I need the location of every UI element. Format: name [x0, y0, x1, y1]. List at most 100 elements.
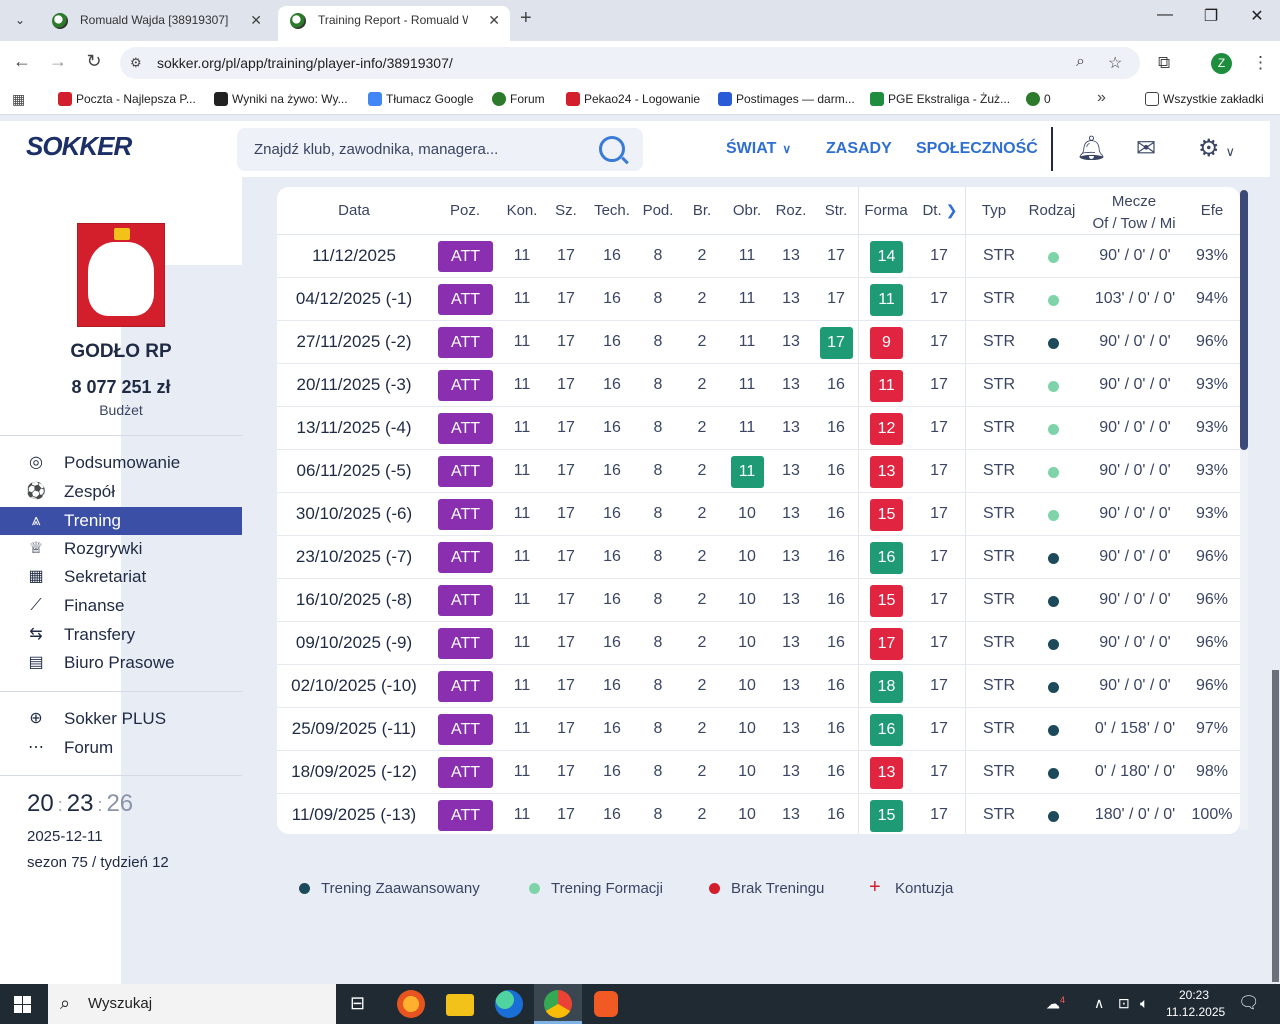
- apps-grid-icon[interactable]: ▦: [12, 91, 25, 108]
- cell-efficiency: 96%: [1195, 634, 1229, 651]
- table-scrollbar-thumb[interactable]: [1240, 190, 1248, 450]
- new-tab-button[interactable]: +: [520, 7, 532, 30]
- header-technique[interactable]: Tech.: [588, 202, 636, 219]
- page-scrollbar-thumb[interactable]: [1272, 670, 1279, 982]
- tab-close-icon[interactable]: ✕: [488, 6, 500, 34]
- cell-playmaking: 13: [782, 548, 800, 565]
- search-icon[interactable]: [599, 136, 625, 162]
- header-playmaking[interactable]: Roz.: [771, 202, 811, 219]
- sokker-logo[interactable]: SOKKER: [26, 131, 132, 162]
- training-kind-dot: [1048, 381, 1059, 392]
- sokker-favicon-icon: [52, 13, 68, 29]
- brave-icon[interactable]: [594, 991, 618, 1017]
- chevron-right-icon[interactable]: ❯: [946, 202, 958, 218]
- chrome-icon[interactable]: [544, 990, 572, 1018]
- back-button[interactable]: ←: [10, 51, 34, 72]
- cell-playmaking: 13: [782, 720, 800, 737]
- bookmark-item[interactable]: Pekao24 - Logowanie: [566, 92, 700, 106]
- sidebar-item-press-office[interactable]: ▤ Biuro Prasowe: [0, 649, 242, 677]
- browser-tab-player[interactable]: Romuald Wajda [38919307] - Sokker ✕: [40, 6, 272, 41]
- browser-menu-icon[interactable]: ⋮: [1252, 53, 1269, 73]
- notifications-icon[interactable]: 🗨︎: [1238, 993, 1260, 1013]
- header-passing[interactable]: Pod.: [637, 202, 679, 219]
- close-window-button[interactable]: ✕: [1237, 6, 1277, 26]
- tab-search-button[interactable]: ⌄: [8, 8, 32, 32]
- header-stamina[interactable]: Kon.: [501, 202, 543, 219]
- task-view-icon[interactable]: ⊟: [350, 993, 365, 1014]
- header-date[interactable]: Data: [319, 202, 389, 219]
- bookmark-item[interactable]: Postimages — darm...: [718, 92, 855, 106]
- header-kind[interactable]: Rodzaj: [1026, 202, 1078, 219]
- bookmark-item[interactable]: 0: [1026, 92, 1051, 106]
- bookmark-favicon-icon: [368, 92, 382, 106]
- mail-icon[interactable]: ✉: [1136, 134, 1156, 163]
- cell-type: STR: [983, 763, 1015, 780]
- weather-icon[interactable]: ☁4: [1046, 995, 1065, 1013]
- bell-icon[interactable]: 🔔︎: [1076, 134, 1106, 163]
- sidebar-item-competitions[interactable]: ♕ Rozgrywki: [0, 535, 242, 563]
- header-matches[interactable]: Mecze Of / Tow / Mi: [1087, 191, 1181, 235]
- restore-button[interactable]: ❐: [1191, 6, 1231, 26]
- zoom-icon[interactable]: ⌕: [1076, 53, 1085, 71]
- header-discipline[interactable]: Dt. ❯: [918, 202, 962, 219]
- club-name[interactable]: GODŁO RP: [0, 341, 242, 363]
- profile-avatar[interactable]: Z: [1211, 53, 1232, 74]
- all-bookmarks-folder[interactable]: Wszystkie zakładki: [1145, 92, 1264, 106]
- sidebar-item-secretariat[interactable]: ▦ Sekretariat: [0, 563, 242, 591]
- nav-world[interactable]: ŚWIAT ∨: [726, 140, 791, 158]
- nav-rules[interactable]: ZASADY: [826, 140, 892, 158]
- header-position[interactable]: Poz.: [440, 202, 490, 219]
- site-search-input[interactable]: Znajdź klub, zawodnika, managera...: [237, 128, 643, 171]
- nav-community[interactable]: SPOŁECZNOŚĆ: [916, 140, 1038, 158]
- bookmark-item[interactable]: Wyniki na żywo: Wy...: [214, 92, 348, 106]
- header-efficiency[interactable]: Efe: [1195, 202, 1229, 219]
- cell-defending: 10: [738, 720, 756, 737]
- gear-icon[interactable]: ⚙ ∨: [1198, 134, 1235, 163]
- sidebar-item-finances[interactable]: ⟋ Finanse: [0, 592, 242, 620]
- site-info-icon[interactable]: ⚙: [130, 55, 142, 71]
- sidebar-item-summary[interactable]: ◎ Podsumowanie: [0, 449, 242, 477]
- bookmark-star-icon[interactable]: ☆: [1108, 53, 1122, 73]
- taskbar-search[interactable]: ⌕ Wyszukaj: [48, 984, 336, 1024]
- forward-button[interactable]: →: [46, 51, 70, 72]
- header-defending[interactable]: Obr.: [727, 202, 767, 219]
- cell-discipline: 17: [930, 634, 948, 651]
- address-bar[interactable]: ⚙ sokker.org/pl/app/training/player-info…: [120, 47, 1140, 79]
- cell-discipline: 17: [930, 720, 948, 737]
- header-keeper[interactable]: Br.: [684, 202, 720, 219]
- network-icon[interactable]: ⊡: [1118, 995, 1130, 1012]
- header-form[interactable]: Forma: [862, 202, 910, 219]
- cell-pace: 17: [557, 677, 575, 694]
- legend-label: Trening Zaawansowany: [321, 880, 480, 897]
- address-url[interactable]: sokker.org/pl/app/training/player-info/3…: [157, 55, 453, 71]
- windows-start-icon[interactable]: [14, 996, 31, 1013]
- file-explorer-icon[interactable]: [446, 994, 474, 1016]
- header-type[interactable]: Typ: [977, 202, 1011, 219]
- bookmark-item[interactable]: Poczta - Najlepsza P...: [58, 92, 196, 106]
- header-pace[interactable]: Sz.: [547, 202, 585, 219]
- sidebar-item-transfers[interactable]: ⇆ Transfery: [0, 621, 242, 649]
- tray-expand-icon[interactable]: ∧: [1094, 995, 1104, 1012]
- firefox-icon[interactable]: [397, 990, 425, 1018]
- cell-pace: 17: [557, 247, 575, 264]
- reload-button[interactable]: ↻: [82, 51, 106, 72]
- sidebar-item-label: Trening: [64, 511, 122, 530]
- tab-close-icon[interactable]: ✕: [250, 6, 262, 34]
- minimize-button[interactable]: —: [1145, 6, 1185, 24]
- bookmark-item[interactable]: Forum: [492, 92, 545, 106]
- header-divider: [1051, 127, 1053, 171]
- sidebar-item-forum[interactable]: ⋯ Forum: [0, 734, 242, 762]
- browser-tab-training-report[interactable]: Training Report - Romuald Wajda ✕: [278, 6, 510, 41]
- bookmark-item[interactable]: Tłumacz Google: [368, 92, 473, 106]
- sidebar-item-training[interactable]: ⩓ Trening: [0, 507, 242, 535]
- sidebar-item-sokker-plus[interactable]: ⊕ Sokker PLUS: [0, 705, 242, 733]
- sidebar-item-team[interactable]: ⚽ Zespół: [0, 478, 242, 506]
- cell-keeper: 2: [697, 806, 707, 823]
- extensions-icon[interactable]: ⧉: [1158, 53, 1170, 73]
- edge-icon[interactable]: [495, 990, 523, 1018]
- more-bookmarks-icon[interactable]: »: [1097, 89, 1106, 107]
- bookmark-item[interactable]: PGE Ekstraliga - Żuż...: [870, 92, 1010, 106]
- header-striker[interactable]: Str.: [816, 202, 856, 219]
- taskbar-clock[interactable]: 20:23 11.12.2025: [1166, 987, 1225, 1021]
- volume-icon[interactable]: 🔈︎: [1140, 995, 1148, 1012]
